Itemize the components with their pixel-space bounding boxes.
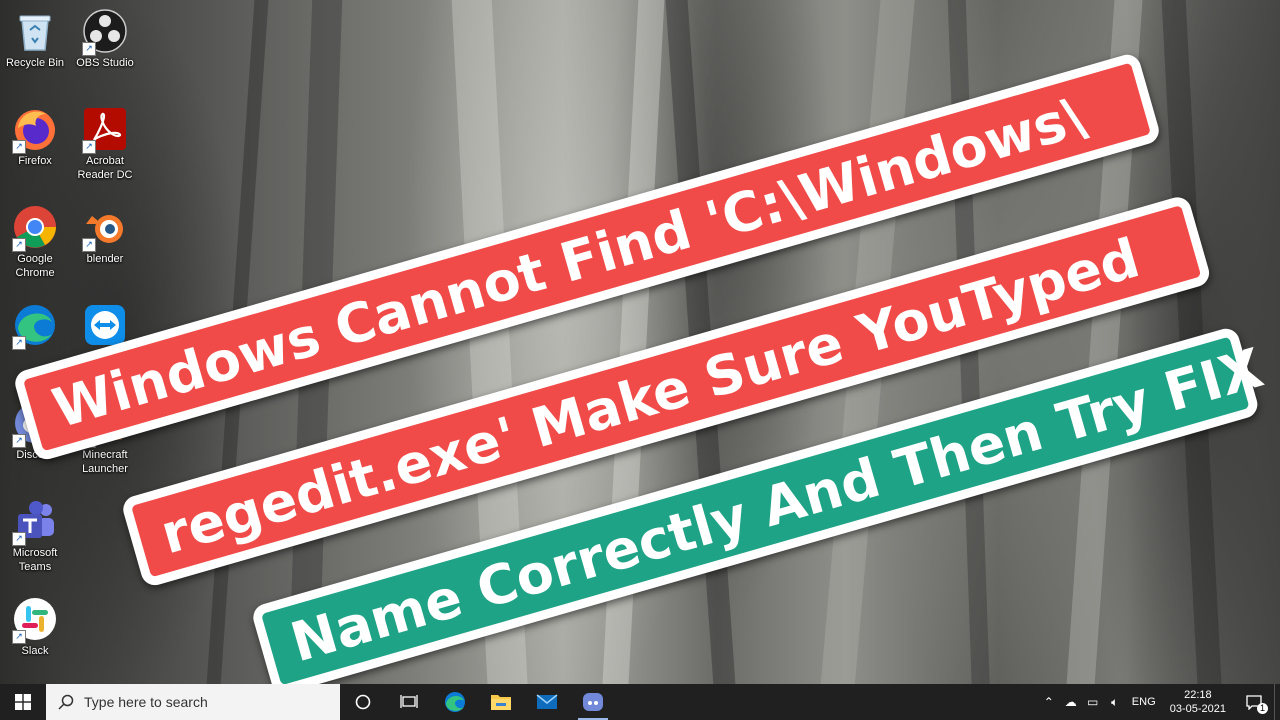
slack-icon: ↗ <box>12 596 58 644</box>
icon-label: Recycle Bin <box>5 57 65 69</box>
system-tray: ⌃ ☁ ▭ 🔈︎ ENG 22:18 03-05-2021 1 <box>1038 684 1280 720</box>
acrobat-icon: ↗ <box>82 106 128 154</box>
taskbar: ⌃ ☁ ▭ 🔈︎ ENG 22:18 03-05-2021 1 <box>0 684 1280 720</box>
shortcut-arrow-icon: ↗ <box>82 42 96 56</box>
discord-icon <box>583 693 603 711</box>
edge-icon <box>445 692 465 712</box>
shortcut-arrow-icon: ↗ <box>12 630 26 644</box>
icon-label: Acrobat Reader DC <box>77 155 133 181</box>
show-hidden-icons-chevron-up-icon[interactable]: ⌃ <box>1038 684 1060 720</box>
desktop-icon-microsoft-edge[interactable]: ↗ <box>2 298 68 350</box>
shortcut-arrow-icon: ↗ <box>12 336 26 350</box>
shortcut-arrow-icon: ↗ <box>12 140 26 154</box>
desktop-icon-obs-studio[interactable]: ↗ OBS Studio <box>72 4 138 70</box>
icon-label: Google Chrome <box>15 253 55 279</box>
clock-date: 03-05-2021 <box>1169 703 1226 715</box>
icon-label: blender <box>86 253 124 265</box>
cortana-circle-icon <box>355 694 371 710</box>
network-icon[interactable]: ▭ <box>1082 684 1104 720</box>
taskbar-edge-button[interactable] <box>432 684 478 720</box>
icon-label: Slack <box>21 645 49 657</box>
folder-icon <box>491 695 511 710</box>
desktop-icon-blender[interactable]: ↗ blender <box>72 200 138 266</box>
edge-icon: ↗ <box>12 302 58 350</box>
desktop-icon-google-chrome[interactable]: ↗ Google Chrome <box>2 200 68 280</box>
shortcut-arrow-icon: ↗ <box>12 532 26 546</box>
taskbar-mail-button[interactable] <box>524 684 570 720</box>
shortcut-arrow-icon: ↗ <box>12 434 26 448</box>
volume-icon[interactable]: 🔈︎ <box>1104 684 1126 720</box>
icon-label: Firefox <box>18 155 52 167</box>
onedrive-cloud-icon[interactable]: ☁ <box>1060 684 1082 720</box>
input-language-indicator[interactable]: ENG <box>1126 684 1162 720</box>
desktop-icon-microsoft-teams[interactable]: ↗ Microsoft Teams <box>2 494 68 574</box>
teams-icon: ↗ <box>12 498 58 546</box>
task-view-icon <box>400 695 418 708</box>
show-desktop-button[interactable] <box>1274 684 1280 720</box>
desktop-icon-slack[interactable]: ↗ Slack <box>2 592 68 658</box>
obs-icon: ↗ <box>82 8 128 56</box>
firefox-icon: ↗ <box>12 106 58 154</box>
icon-label: OBS Studio <box>76 57 134 69</box>
taskbar-search-box[interactable] <box>46 684 340 720</box>
task-view-button[interactable] <box>386 684 432 720</box>
chrome-icon: ↗ <box>12 204 58 252</box>
icon-label: Microsoft Teams <box>12 547 58 573</box>
recycle-bin-icon <box>12 8 58 54</box>
taskbar-file-explorer-button[interactable] <box>478 684 524 720</box>
clock-time: 22:18 <box>1184 689 1212 701</box>
shortcut-arrow-icon: ↗ <box>82 140 96 154</box>
blender-icon: ↗ <box>82 204 128 252</box>
desktop-icon-recycle-bin[interactable]: Recycle Bin <box>2 4 68 70</box>
search-icon <box>58 694 74 710</box>
shortcut-arrow-icon: ↗ <box>82 238 96 252</box>
desktop-icon-firefox[interactable]: ↗ Firefox <box>2 102 68 168</box>
taskbar-clock[interactable]: 22:18 03-05-2021 <box>1162 688 1234 716</box>
cortana-button[interactable] <box>340 684 386 720</box>
taskbar-discord-button[interactable] <box>570 684 616 720</box>
action-center-notification-icon[interactable]: 1 <box>1234 684 1274 720</box>
search-input[interactable] <box>82 693 326 711</box>
start-button[interactable] <box>0 684 46 720</box>
shortcut-arrow-icon: ↗ <box>12 238 26 252</box>
desktop-icon-acrobat-reader[interactable]: ↗ Acrobat Reader DC <box>72 102 138 182</box>
mail-icon <box>536 694 558 709</box>
icon-label: Minecraft Launcher <box>82 449 128 475</box>
notification-count-badge: 1 <box>1256 703 1268 714</box>
teamviewer-icon <box>82 302 128 348</box>
windows-logo-icon <box>15 694 31 710</box>
